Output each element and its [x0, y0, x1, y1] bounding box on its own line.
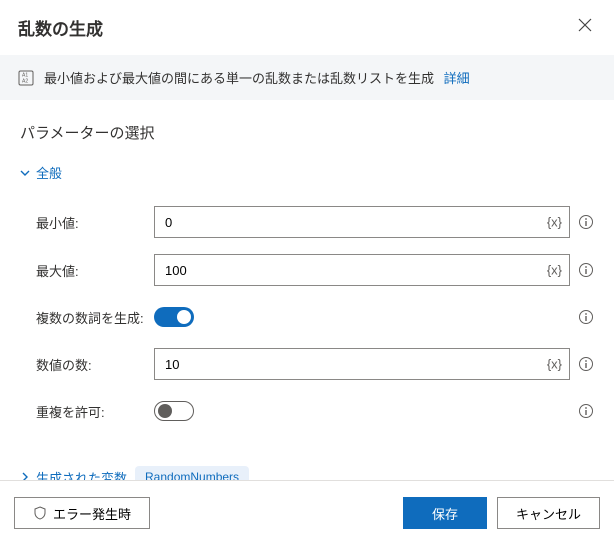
on-error-button[interactable]: エラー発生時 [14, 497, 150, 529]
max-label: 最大値: [36, 261, 154, 280]
row-gen-multiple: 複数の数詞を生成: [20, 294, 594, 340]
shield-icon [33, 506, 47, 520]
dialog-footer: エラー発生時 保存 キャンセル [0, 480, 614, 545]
max-input[interactable] [154, 254, 570, 286]
min-label: 最小値: [36, 213, 154, 232]
row-allow-dup: 重複を許可: [20, 388, 594, 434]
info-icon [578, 403, 594, 419]
group-general-label: 全般 [36, 163, 62, 182]
gen-multiple-toggle[interactable] [154, 307, 194, 327]
details-link[interactable]: 詳細 [444, 71, 470, 86]
description-bar: A1 A2 最小値および最大値の間にある単一の乱数または乱数リストを生成 詳細 [0, 55, 614, 100]
save-button[interactable]: 保存 [403, 497, 487, 529]
info-icon [578, 309, 594, 325]
max-info-button[interactable] [578, 262, 594, 278]
info-icon [578, 214, 594, 230]
allow-dup-info-button[interactable] [578, 403, 594, 419]
section-title: パラメーターの選択 [20, 122, 594, 143]
chevron-down-icon [20, 168, 30, 178]
close-icon [578, 18, 592, 32]
row-max: 最大値: {x} [20, 246, 594, 294]
action-icon: A1 A2 [18, 70, 34, 86]
min-input[interactable] [154, 206, 570, 238]
description-text: 最小値および最大値の間にある単一の乱数または乱数リストを生成 詳細 [44, 68, 470, 87]
count-input[interactable] [154, 348, 570, 380]
cancel-button[interactable]: キャンセル [497, 497, 600, 529]
group-general-header[interactable]: 全般 [20, 163, 594, 182]
dialog-title: 乱数の生成 [18, 15, 103, 40]
min-info-button[interactable] [578, 214, 594, 230]
count-info-button[interactable] [578, 356, 594, 372]
row-min: 最小値: {x} [20, 198, 594, 246]
count-label: 数値の数: [36, 355, 154, 374]
info-icon [578, 356, 594, 372]
allow-dup-label: 重複を許可: [36, 402, 154, 421]
gen-multiple-info-button[interactable] [578, 309, 594, 325]
dialog-header: 乱数の生成 [0, 0, 614, 55]
allow-dup-toggle[interactable] [154, 401, 194, 421]
dialog-body: パラメーターの選択 全般 最小値: {x} 最大値: {x} [0, 100, 614, 500]
svg-text:A2: A2 [22, 78, 28, 84]
info-icon [578, 262, 594, 278]
gen-multiple-label: 複数の数詞を生成: [36, 308, 154, 327]
row-count: 数値の数: {x} [20, 340, 594, 388]
close-button[interactable] [574, 14, 596, 41]
